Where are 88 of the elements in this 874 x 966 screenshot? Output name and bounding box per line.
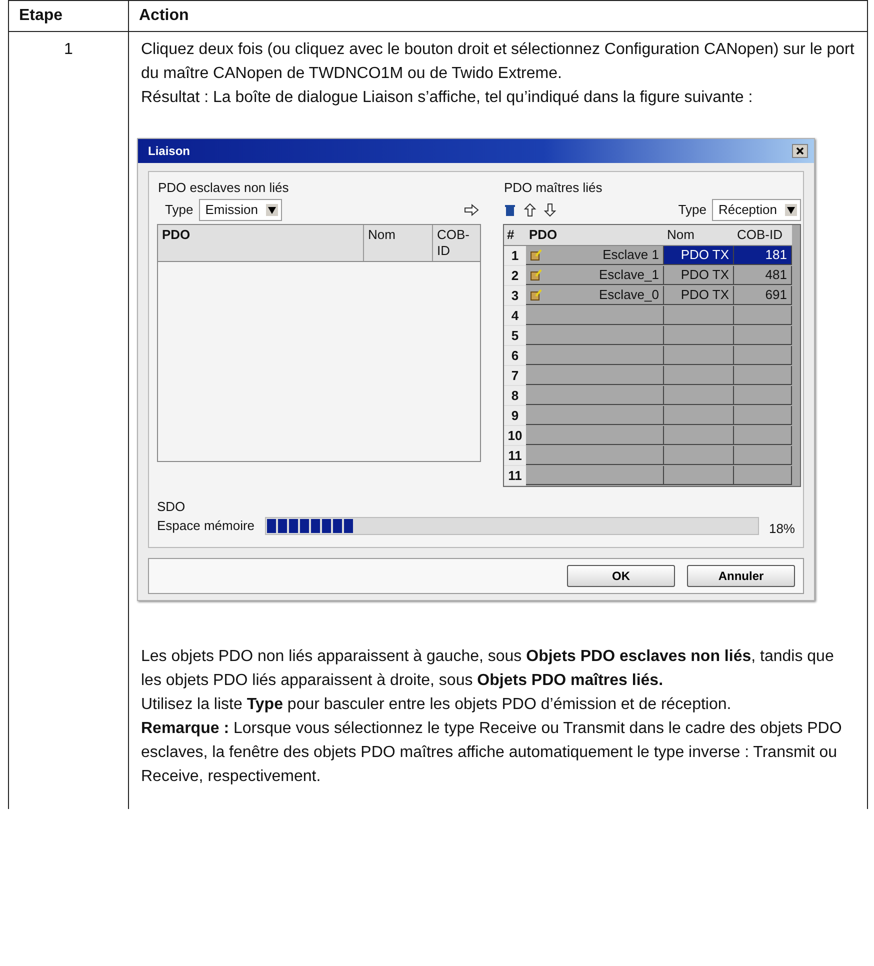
table-cell[interactable] xyxy=(526,306,664,325)
table-cell[interactable] xyxy=(734,406,792,425)
window-title: Liaison xyxy=(148,143,190,159)
memory-label: Espace mémoire xyxy=(157,518,255,534)
memory-reading: 18% xyxy=(768,521,795,537)
table-cell[interactable] xyxy=(526,446,664,465)
table-cell[interactable] xyxy=(664,466,734,485)
column-header[interactable]: PDO xyxy=(158,225,364,261)
row-number: 7 xyxy=(504,366,526,386)
pencil-icon xyxy=(530,289,542,301)
table-cell[interactable]: 481 xyxy=(734,266,792,285)
table-cell[interactable] xyxy=(734,386,792,405)
table-cell[interactable] xyxy=(734,446,792,465)
step-number: 1 xyxy=(64,41,73,58)
pencil-icon xyxy=(530,249,542,261)
table-cell[interactable] xyxy=(664,366,734,385)
type-label: Type xyxy=(678,202,706,218)
right-arrow-icon[interactable] xyxy=(463,203,481,217)
row-number: 4 xyxy=(504,306,526,326)
table-cell[interactable]: Esclave 1 xyxy=(526,246,664,265)
paragraph: Cliquez deux fois (ou cliquez avec le bouton droit et sélectionnez Configuration CANopen) sur le port du maître CANopen de TWDNCO1M ou de Twido Extreme. xyxy=(141,40,856,84)
table-cell[interactable] xyxy=(526,466,664,485)
row-number: 11 xyxy=(504,446,526,466)
table-cell[interactable] xyxy=(734,346,792,365)
type-dropdown[interactable]: Réception xyxy=(712,199,801,221)
dropdown-arrow-icon xyxy=(266,204,278,216)
table-cell[interactable] xyxy=(734,306,792,325)
table-cell[interactable] xyxy=(664,326,734,345)
table-cell[interactable] xyxy=(664,346,734,365)
row-number: 5 xyxy=(504,326,526,346)
row-number: 11 xyxy=(504,466,526,486)
table-cell[interactable]: Esclave_1 xyxy=(526,266,664,285)
pdo-name: Esclave 1 xyxy=(602,246,659,264)
dialog-button[interactable]: Annuler xyxy=(687,565,795,587)
paragraph: Remarque : Lorsque vous sélectionnez le type Receive ou Transmit dans le cadre des objets PDO esclaves, la fenêtre des objets PDO maîtres affiche automatiquement le type inverse : Transmit ou Receive, respectivement. xyxy=(141,719,843,787)
table-cell[interactable] xyxy=(664,386,734,405)
paragraph: Utilisez la liste Type pour basculer entre les objets PDO d’émission et de réception. xyxy=(141,695,732,715)
row-number: 1 xyxy=(504,246,526,266)
table-cell[interactable] xyxy=(734,366,792,385)
table-cell[interactable] xyxy=(734,466,792,485)
row-number: 2 xyxy=(504,266,526,286)
trash-icon[interactable] xyxy=(503,203,517,217)
table-cell[interactable]: 181 xyxy=(734,246,792,265)
sdo-label: SDO xyxy=(157,499,186,515)
column-header[interactable]: Nom xyxy=(364,225,433,261)
table-cell[interactable] xyxy=(526,346,664,365)
row-number: 9 xyxy=(504,406,526,426)
table-cell[interactable]: 691 xyxy=(734,286,792,305)
dropdown-arrow-icon xyxy=(785,204,797,216)
table-cell[interactable]: PDO TX xyxy=(664,246,734,265)
close-icon[interactable] xyxy=(792,144,808,158)
pdo-name: Esclave_1 xyxy=(599,266,659,284)
pane-title: PDO maîtres liés xyxy=(503,180,604,196)
table-cell[interactable]: PDO TX xyxy=(664,286,734,305)
table-cell[interactable] xyxy=(526,326,664,345)
up-arrow-icon[interactable] xyxy=(523,203,537,217)
table-cell[interactable] xyxy=(664,306,734,325)
column-header[interactable]: COB-ID xyxy=(734,225,792,246)
paragraph: Résultat : La boîte de dialogue Liaison s’affiche, tel qu’indiqué dans la figure suivante : xyxy=(141,88,754,108)
paragraph: Les objets PDO non liés apparaissent à gauche, sous Objets PDO esclaves non liés, tandis que les objets PDO liés apparaissent à droite, sous Objets PDO maîtres liés. xyxy=(141,647,835,691)
pencil-icon xyxy=(530,269,542,281)
row-number: 8 xyxy=(504,386,526,406)
table-cell[interactable] xyxy=(734,326,792,345)
table-cell[interactable] xyxy=(664,446,734,465)
column-header[interactable]: PDO xyxy=(526,225,664,246)
dialog-button[interactable]: OK xyxy=(567,565,675,587)
table-cell[interactable]: Esclave_0 xyxy=(526,286,664,305)
pane-title: PDO esclaves non liés xyxy=(157,180,290,196)
table-cell[interactable] xyxy=(664,426,734,445)
column-header[interactable]: COB-ID xyxy=(433,225,480,261)
table-cell[interactable] xyxy=(526,426,664,445)
row-number: 3 xyxy=(504,286,526,306)
type-dropdown[interactable]: Emission xyxy=(199,199,282,221)
pdo-name: Esclave_0 xyxy=(599,286,659,304)
type-label: Type xyxy=(165,202,194,218)
down-arrow-icon[interactable] xyxy=(543,203,557,217)
column-header: Action xyxy=(139,7,189,24)
column-header[interactable]: # xyxy=(504,225,526,246)
table-cell[interactable]: PDO TX xyxy=(664,266,734,285)
row-number: 6 xyxy=(504,346,526,366)
table-cell[interactable] xyxy=(526,406,664,425)
column-header[interactable]: Nom xyxy=(664,225,734,246)
table-cell[interactable] xyxy=(664,406,734,425)
row-number: 10 xyxy=(504,426,526,446)
table-cell[interactable] xyxy=(526,386,664,405)
table-cell[interactable] xyxy=(526,366,664,385)
table-cell[interactable] xyxy=(734,426,792,445)
column-header: Etape xyxy=(19,7,63,24)
